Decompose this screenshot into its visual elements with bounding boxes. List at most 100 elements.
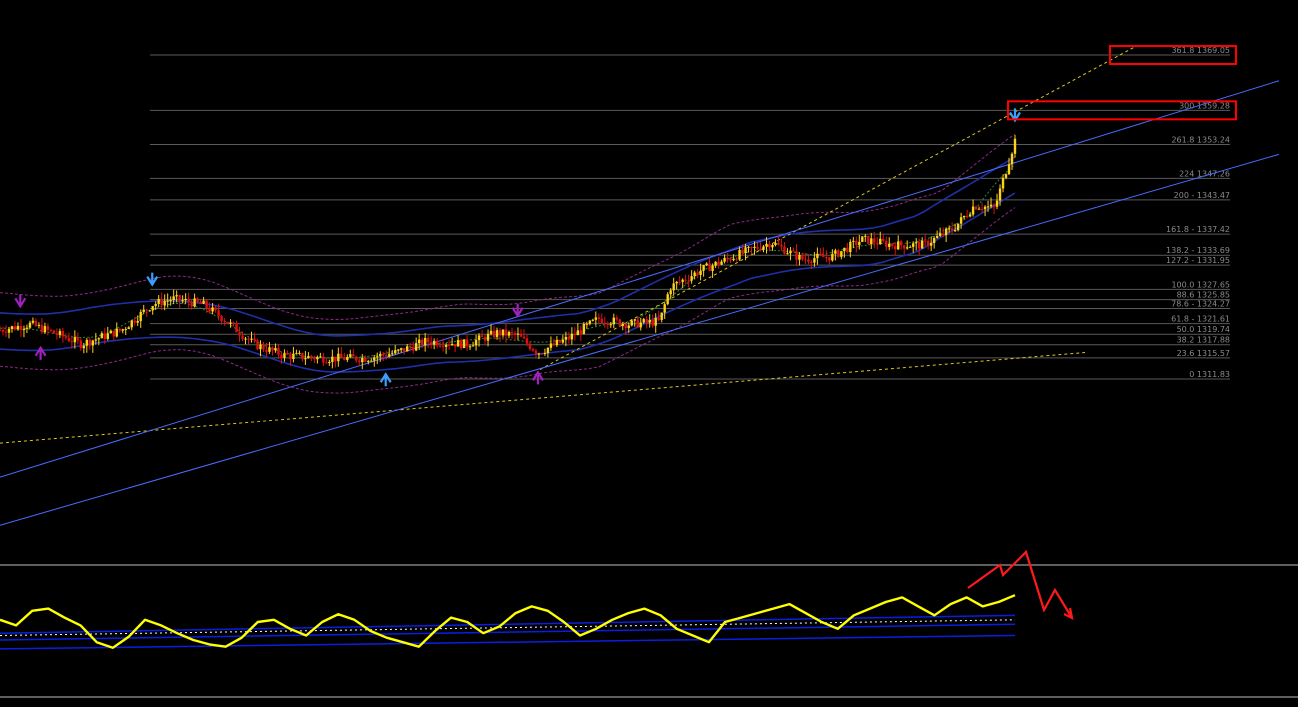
candle-body bbox=[1004, 174, 1008, 178]
fib-level-label: 161.8 - 1337.42 bbox=[1166, 225, 1230, 234]
candle-body bbox=[364, 357, 367, 362]
candle-body bbox=[846, 247, 849, 253]
candle-body bbox=[181, 300, 184, 302]
candle-body bbox=[977, 208, 981, 210]
candle-body bbox=[160, 298, 163, 306]
candle-body bbox=[361, 357, 364, 363]
candle-body bbox=[810, 261, 813, 263]
oscillator-line bbox=[0, 594, 1016, 649]
fib-level-label: 261.8 1353.24 bbox=[1171, 136, 1230, 145]
candle-body bbox=[468, 346, 472, 348]
candle-body bbox=[543, 352, 547, 354]
candle-body bbox=[920, 240, 924, 249]
fib-level-label: 38.2 1317.88 bbox=[1177, 336, 1230, 345]
candle-body bbox=[7, 329, 11, 333]
candle-body bbox=[870, 238, 873, 244]
candle-body bbox=[268, 347, 271, 352]
candle-body bbox=[546, 347, 550, 353]
candle-body bbox=[723, 257, 726, 262]
candle-body bbox=[193, 298, 196, 307]
candle-body bbox=[184, 298, 187, 301]
candle-body bbox=[567, 336, 571, 340]
candle-body bbox=[22, 328, 26, 331]
candle-body bbox=[4, 331, 8, 333]
candle-body bbox=[923, 240, 927, 242]
candle-body bbox=[459, 340, 463, 349]
candle-body bbox=[507, 332, 511, 336]
candle-body bbox=[274, 347, 277, 351]
projection-line bbox=[539, 46, 1136, 370]
candle-body bbox=[786, 253, 789, 255]
candle-body bbox=[408, 346, 412, 348]
candle-body bbox=[909, 246, 912, 248]
candle-body bbox=[807, 259, 810, 262]
candle-body bbox=[82, 345, 86, 349]
candle-body bbox=[139, 311, 142, 322]
channel-line bbox=[0, 153, 1280, 526]
candle-body bbox=[789, 250, 792, 254]
candle-body bbox=[783, 246, 786, 254]
candle-body bbox=[609, 324, 612, 326]
candle-body bbox=[729, 258, 732, 261]
candle-body bbox=[750, 246, 753, 248]
candle-body bbox=[894, 246, 897, 250]
candle-body bbox=[825, 257, 828, 259]
candle-body bbox=[175, 295, 178, 297]
candle-body bbox=[19, 326, 23, 331]
candle-body bbox=[849, 241, 852, 253]
candle-body bbox=[307, 356, 310, 359]
candle-body bbox=[914, 242, 918, 244]
fib-level-label: 61.8 - 1321.61 bbox=[1171, 315, 1230, 324]
candle-body bbox=[1013, 138, 1017, 154]
candle-body bbox=[588, 320, 592, 324]
candle-body bbox=[0, 329, 2, 331]
candle-body bbox=[564, 336, 568, 340]
candle-body bbox=[1010, 153, 1014, 165]
candle-body bbox=[795, 251, 798, 260]
candle-body bbox=[956, 223, 960, 231]
candle-body bbox=[172, 296, 175, 301]
fib-level-label: 200 - 1343.47 bbox=[1174, 191, 1230, 200]
candle-body bbox=[741, 249, 744, 254]
candle-body bbox=[660, 312, 663, 320]
candle-body bbox=[989, 204, 993, 207]
candle-body bbox=[85, 339, 89, 346]
candle-body bbox=[382, 353, 385, 356]
candle-body bbox=[974, 206, 978, 210]
candle-body bbox=[325, 362, 328, 364]
candle-body bbox=[525, 338, 529, 344]
candle-body bbox=[903, 245, 906, 249]
candle-body bbox=[414, 343, 418, 351]
candle-body bbox=[714, 261, 717, 266]
candle-body bbox=[624, 323, 627, 329]
candle-body bbox=[456, 340, 460, 347]
candle-body bbox=[292, 353, 295, 360]
candle-body bbox=[420, 339, 424, 346]
candle-body bbox=[403, 348, 406, 352]
candle-body bbox=[603, 322, 607, 324]
candle-body bbox=[480, 335, 484, 337]
fib-level-label: 78.6 - 1324.27 bbox=[1171, 300, 1230, 309]
candle-body bbox=[205, 300, 208, 308]
candle-body bbox=[154, 304, 157, 307]
candle-body bbox=[495, 330, 499, 337]
candle-body bbox=[73, 337, 77, 343]
candle-body bbox=[579, 330, 583, 334]
candle-body bbox=[606, 323, 610, 325]
candle-body bbox=[283, 353, 286, 358]
candle-body bbox=[816, 253, 819, 259]
candle-body bbox=[259, 344, 262, 350]
candle-body bbox=[822, 254, 825, 258]
candle-body bbox=[133, 320, 136, 323]
candle-body bbox=[136, 321, 139, 323]
candle-body bbox=[313, 357, 316, 360]
candle-body bbox=[819, 253, 822, 255]
candle-body bbox=[61, 331, 65, 337]
candle-body bbox=[432, 340, 436, 345]
candle-body bbox=[304, 358, 307, 360]
candle-body bbox=[295, 352, 298, 354]
candle-body bbox=[675, 281, 678, 284]
sell-arrow-icon bbox=[146, 272, 159, 287]
candle-body bbox=[992, 204, 996, 207]
candle-body bbox=[687, 280, 690, 282]
